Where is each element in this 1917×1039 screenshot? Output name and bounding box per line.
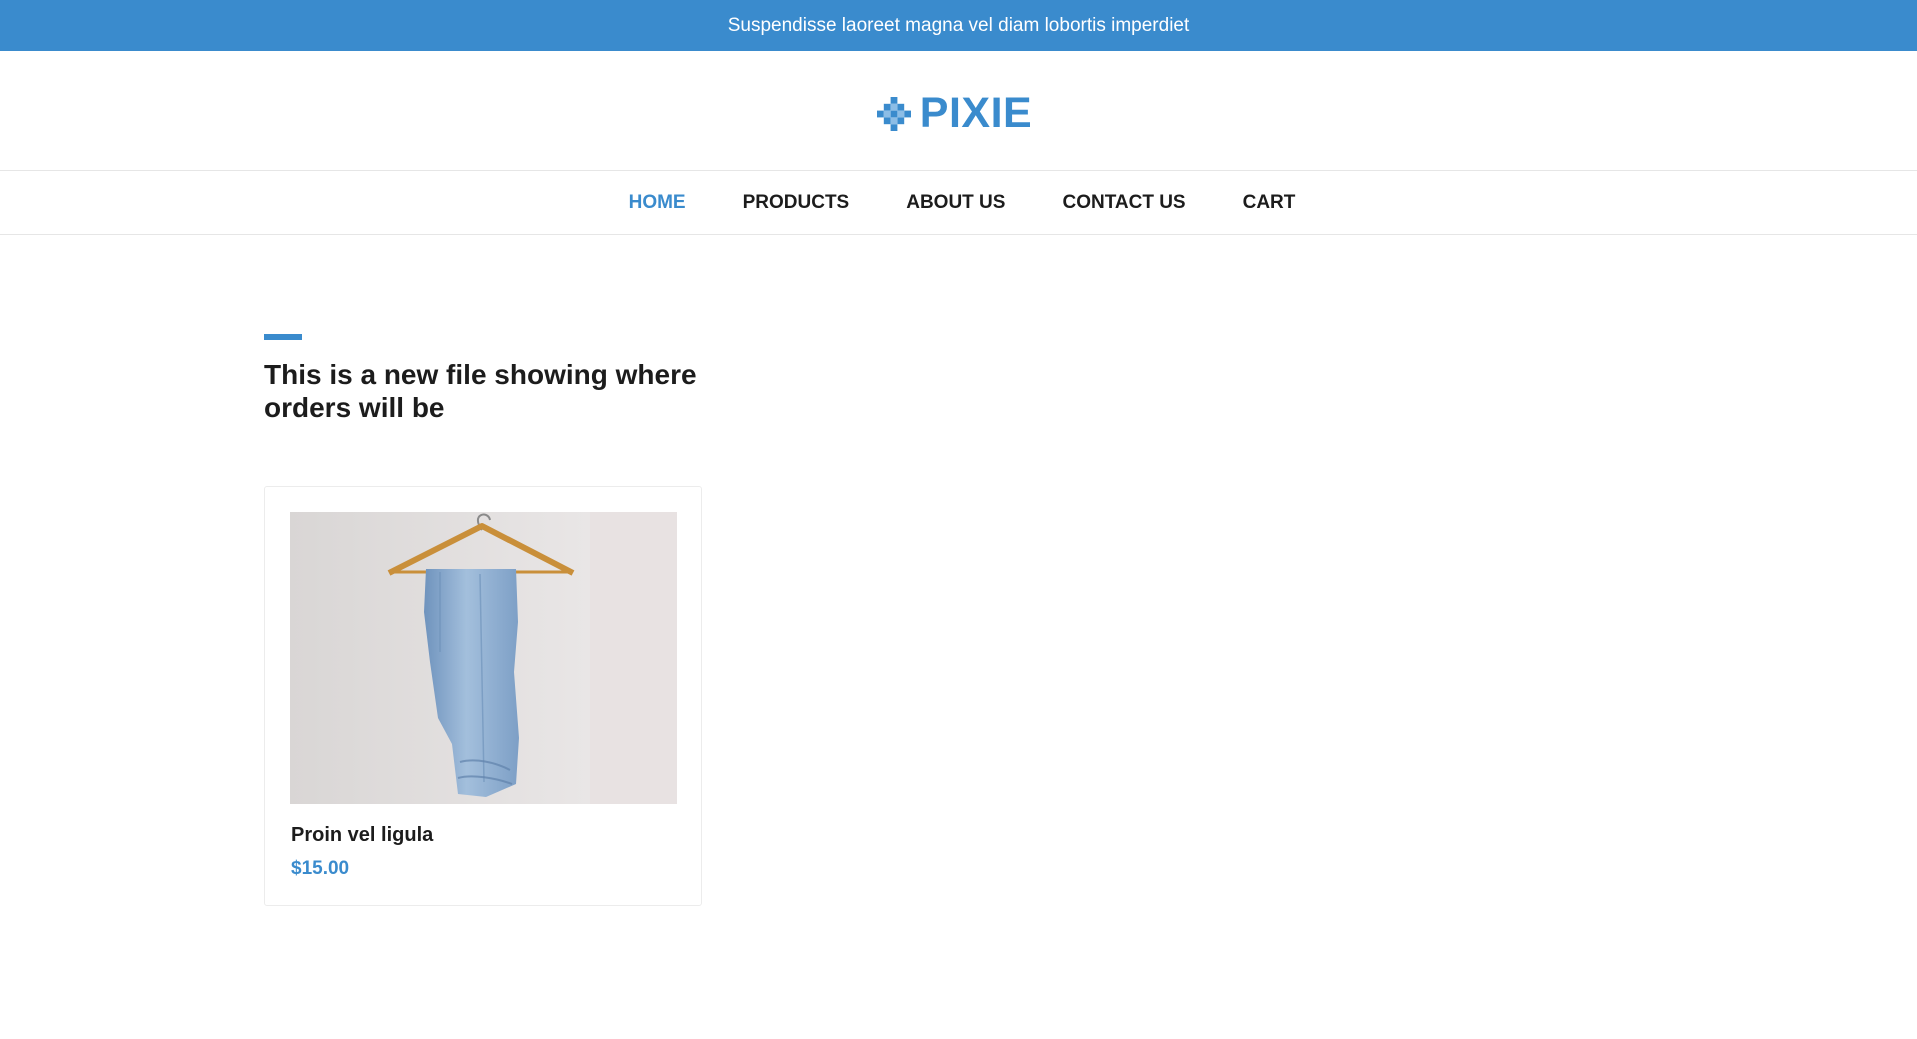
announcement-bar: Suspendisse laoreet magna vel diam lobor… bbox=[0, 0, 1917, 51]
page-title: This is a new file showing where orders … bbox=[264, 359, 697, 423]
product-image[interactable] bbox=[290, 512, 677, 804]
nav-item-home[interactable]: HOME bbox=[629, 192, 686, 214]
product-name[interactable]: Proin vel ligula bbox=[291, 824, 433, 847]
site-logo[interactable]: PIXIE bbox=[876, 89, 1033, 138]
product-card[interactable]: Proin vel ligula $15.00 bbox=[264, 486, 702, 906]
title-accent-bar bbox=[264, 334, 302, 340]
nav-item-contact-us[interactable]: CONTACT US bbox=[1062, 192, 1185, 214]
nav-item-products[interactable]: PRODUCTS bbox=[743, 192, 850, 214]
site-header: PIXIE bbox=[0, 51, 1917, 171]
main-navigation: HOME PRODUCTS ABOUT US CONTACT US CART bbox=[0, 171, 1917, 235]
jeans-on-hanger-photo bbox=[290, 512, 677, 804]
product-price: $15.00 bbox=[291, 858, 350, 879]
nav-item-about-us[interactable]: ABOUT US bbox=[906, 192, 1005, 214]
brand-name: PIXIE bbox=[919, 89, 1033, 137]
nav-list: HOME PRODUCTS ABOUT US CONTACT US CART bbox=[629, 192, 1296, 214]
pixel-diamond-icon bbox=[876, 96, 911, 131]
main-content: This is a new file showing where orders … bbox=[0, 235, 1917, 1038]
announcement-text: Suspendisse laoreet magna vel diam lobor… bbox=[727, 14, 1190, 36]
nav-item-cart[interactable]: CART bbox=[1243, 192, 1296, 214]
